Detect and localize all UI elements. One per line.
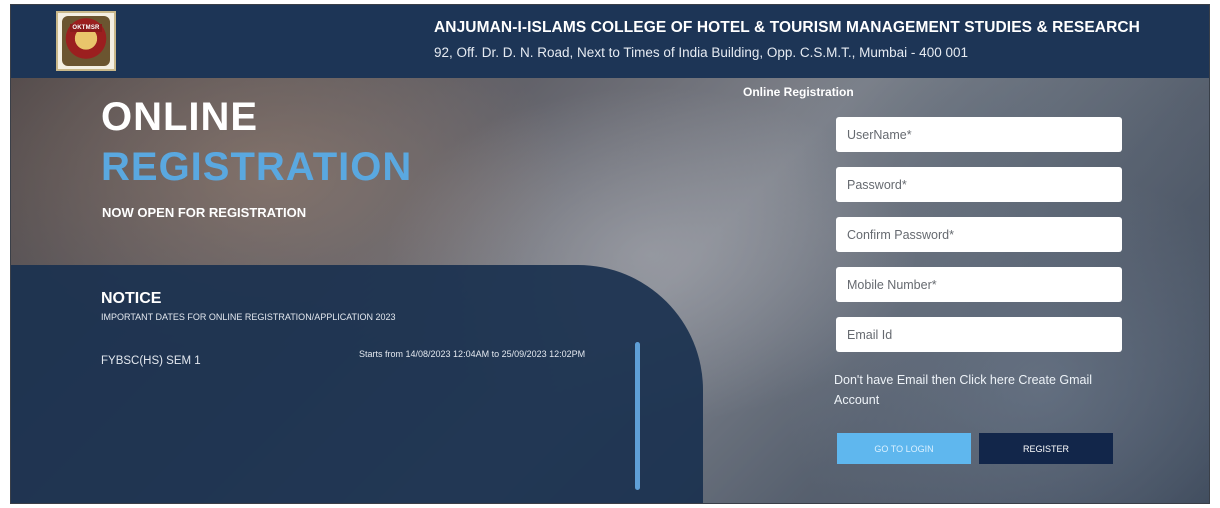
- college-address: 92, Off. Dr. D. N. Road, Next to Times o…: [434, 45, 968, 60]
- register-button[interactable]: REGISTER: [979, 433, 1113, 464]
- form-heading: Online Registration: [743, 85, 854, 99]
- hero-title-line1: ONLINE: [101, 95, 259, 139]
- logo-ribbon-text: OKTMSR: [70, 24, 102, 32]
- username-input[interactable]: [836, 117, 1122, 152]
- college-logo[interactable]: OKTMSR: [56, 11, 116, 71]
- go-to-login-button[interactable]: GO TO LOGIN: [837, 433, 971, 464]
- notice-course: FYBSC(HS) SEM 1: [101, 355, 201, 367]
- create-gmail-link[interactable]: Don't have Email then Click here Create …: [834, 370, 1114, 410]
- password-input[interactable]: [836, 167, 1122, 202]
- mobile-number-input[interactable]: [836, 267, 1122, 302]
- registration-page: OKTMSR ANJUMAN-I-ISLAMS COLLEGE OF HOTEL…: [10, 4, 1210, 504]
- confirm-password-input[interactable]: [836, 217, 1122, 252]
- crest-icon: OKTMSR: [62, 16, 110, 66]
- notice-scrollbar[interactable]: [635, 342, 640, 490]
- site-header: OKTMSR ANJUMAN-I-ISLAMS COLLEGE OF HOTEL…: [11, 5, 1209, 78]
- email-input[interactable]: [836, 317, 1122, 352]
- hero-title-line2: REGISTRATION: [101, 145, 413, 189]
- hero-subtitle: NOW OPEN FOR REGISTRATION: [102, 205, 307, 220]
- notice-title: NOTICE: [101, 290, 162, 307]
- college-name: ANJUMAN-I-ISLAMS COLLEGE OF HOTEL & TOUR…: [434, 19, 1140, 36]
- notice-dates: Starts from 14/08/2023 12:04AM to 25/09/…: [359, 349, 586, 359]
- notice-subtitle: IMPORTANT DATES FOR ONLINE REGISTRATION/…: [101, 312, 396, 322]
